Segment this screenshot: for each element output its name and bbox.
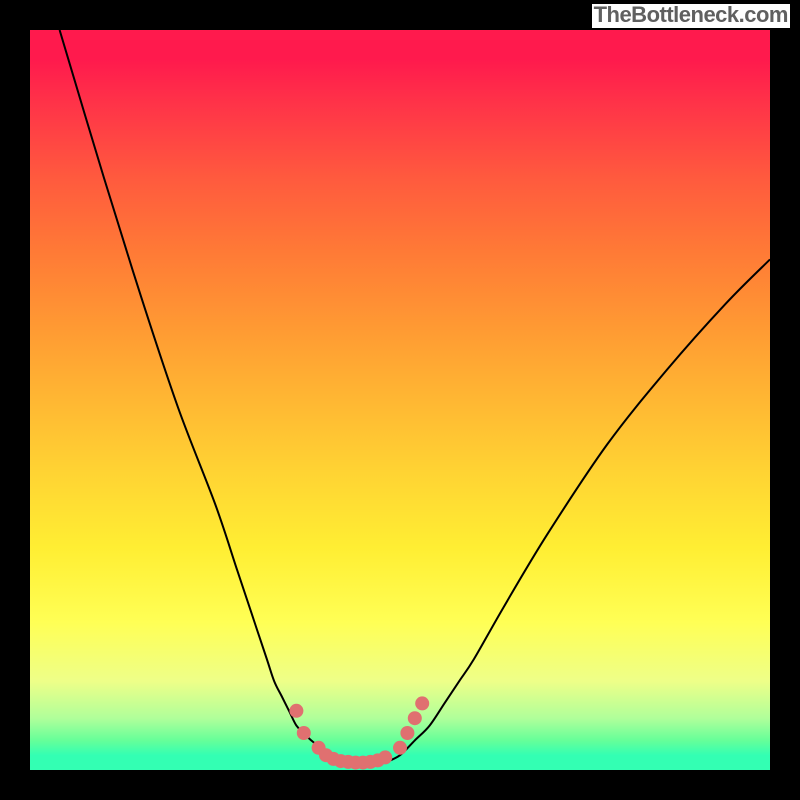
curve-layer bbox=[30, 30, 770, 770]
marker-dot bbox=[289, 704, 303, 718]
bottleneck-markers bbox=[289, 696, 429, 769]
marker-dot bbox=[297, 726, 311, 740]
marker-dot bbox=[408, 711, 422, 725]
left-curve bbox=[60, 30, 356, 763]
marker-dot bbox=[378, 750, 392, 764]
marker-dot bbox=[393, 741, 407, 755]
right-curve bbox=[385, 259, 770, 762]
marker-dot bbox=[400, 726, 414, 740]
chart-frame: TheBottleneck.com bbox=[0, 0, 800, 800]
marker-dot bbox=[415, 696, 429, 710]
watermark-text: TheBottleneck.com bbox=[592, 4, 790, 28]
plot-area bbox=[30, 30, 770, 770]
